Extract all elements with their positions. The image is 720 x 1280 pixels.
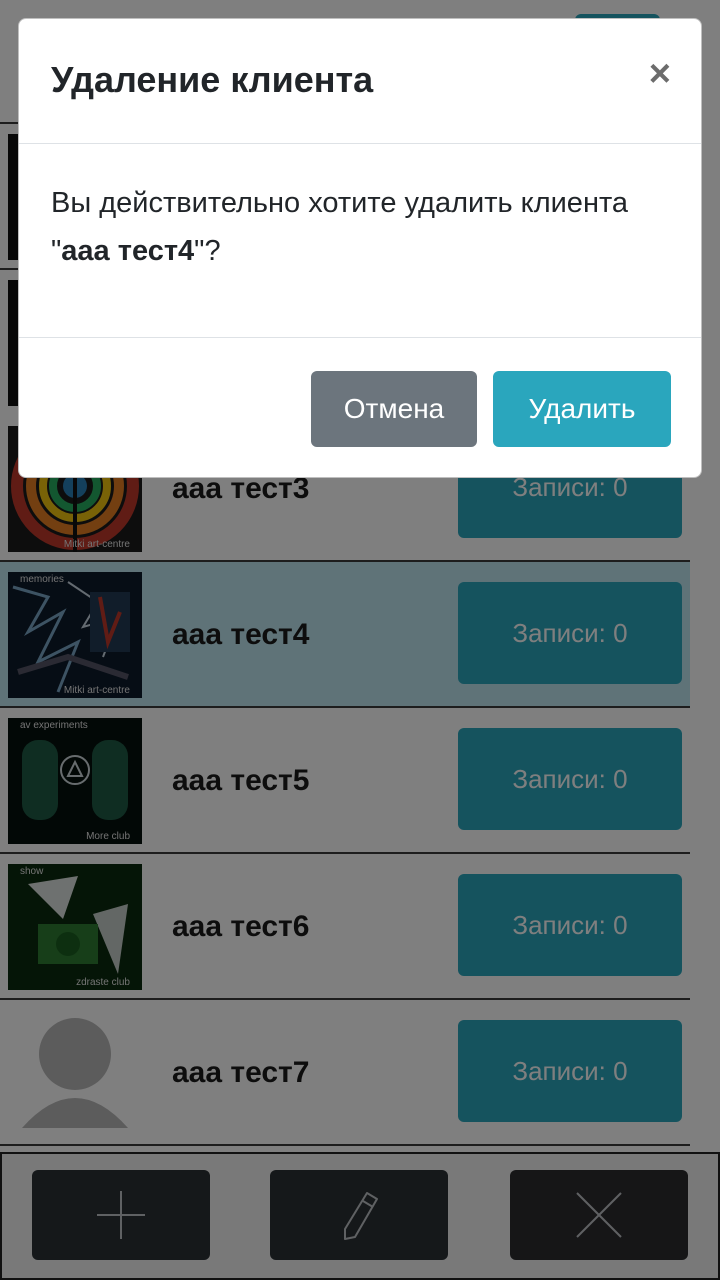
dialog-header: Удаление клиента × <box>19 19 701 144</box>
dialog-title: Удаление клиента <box>51 59 374 100</box>
dialog-message: Вы действительно хотите удалить клиента … <box>51 179 671 275</box>
message-client-name: aaa тест4 <box>61 235 195 267</box>
dialog-footer: Отмена Удалить <box>19 337 701 479</box>
cancel-button[interactable]: Отмена <box>311 371 477 447</box>
delete-client-dialog: Удаление клиента × Вы действительно хоти… <box>18 18 702 478</box>
message-suffix: "? <box>194 235 221 267</box>
confirm-delete-button[interactable]: Удалить <box>493 371 671 447</box>
close-icon[interactable]: × <box>649 55 671 93</box>
